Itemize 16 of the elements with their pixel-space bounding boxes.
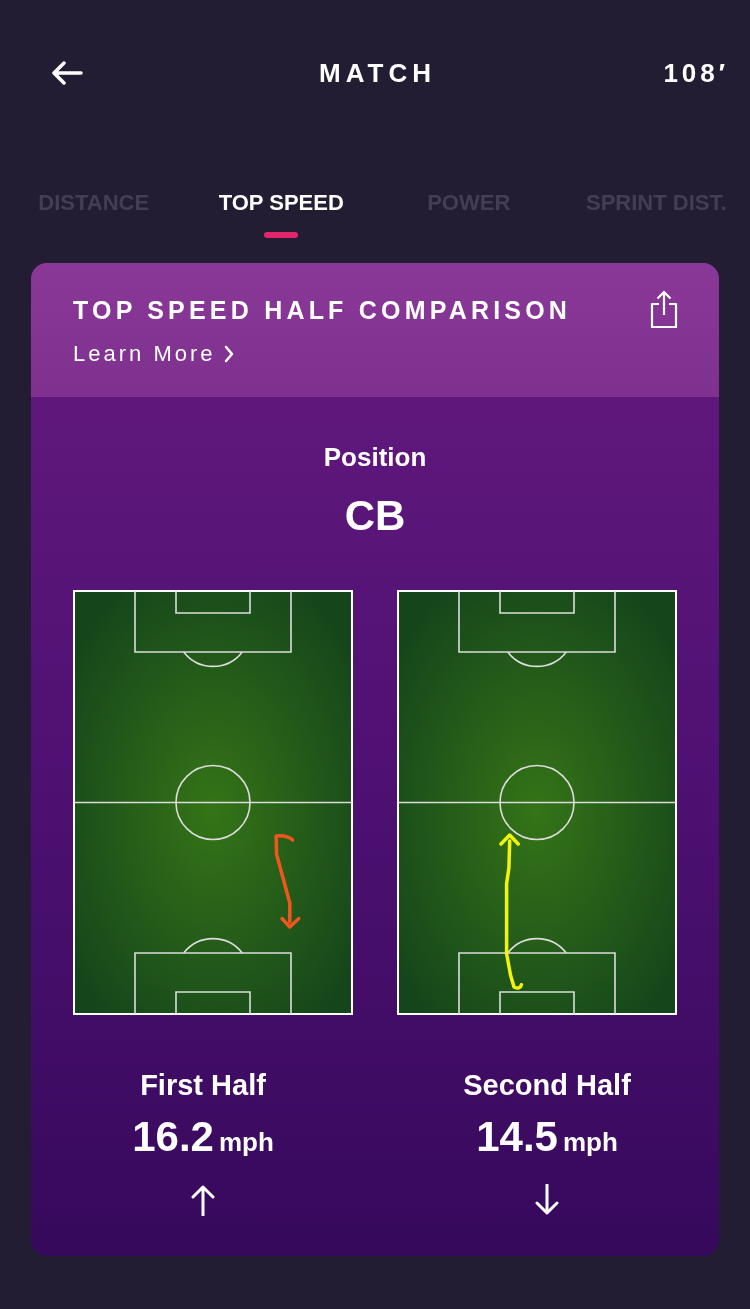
learn-more-link[interactable]: Learn More bbox=[73, 341, 234, 367]
metric-tab[interactable]: TOP SPEED bbox=[218, 190, 344, 238]
back-arrow-icon[interactable] bbox=[51, 61, 83, 85]
top-speed-value: 16.2 bbox=[132, 1113, 214, 1161]
chevron-right-icon bbox=[223, 345, 234, 363]
half-label: Second Half bbox=[463, 1069, 631, 1101]
speed-unit: mph bbox=[562, 1127, 618, 1157]
position-value: CB bbox=[344, 492, 406, 540]
screen-title: MATCH bbox=[319, 57, 436, 89]
position-label: Position bbox=[323, 443, 427, 471]
speed-unit: mph bbox=[218, 1127, 274, 1157]
share-icon[interactable] bbox=[650, 290, 678, 328]
card-title: TOP SPEED HALF COMPARISON bbox=[73, 295, 572, 325]
match-minute: 108′ bbox=[663, 57, 729, 89]
top-speed-value: 14.5 bbox=[476, 1113, 558, 1161]
half-label: First Half bbox=[140, 1069, 266, 1101]
